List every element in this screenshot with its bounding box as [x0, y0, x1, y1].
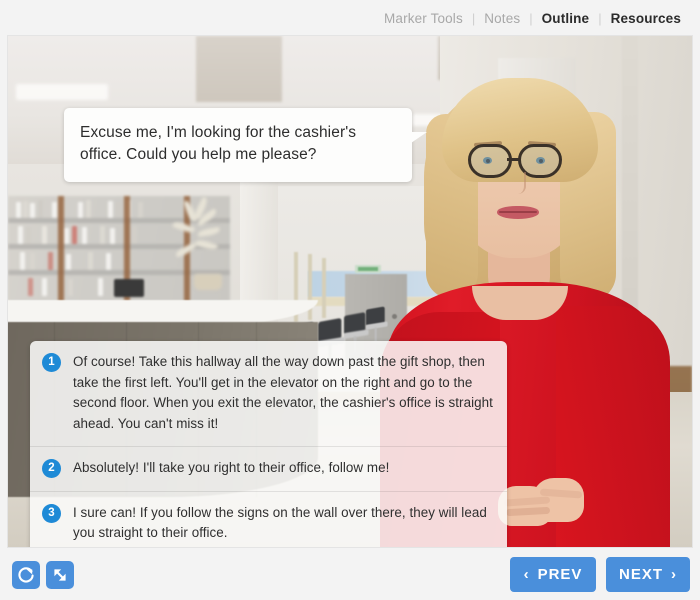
speech-bubble-tail: [411, 132, 427, 143]
potted-plant: [172, 196, 230, 290]
slide-stage: Excuse me, I'm looking for the cashier's…: [8, 36, 692, 547]
fullscreen-expand-icon: [54, 569, 66, 581]
prev-button-label: PREV: [537, 566, 583, 583]
speech-bubble: Excuse me, I'm looking for the cashier's…: [64, 108, 412, 182]
nose: [510, 172, 526, 194]
tab-resources[interactable]: Resources: [602, 11, 690, 26]
bottom-toolbar: ‹ PREV NEXT ›: [0, 549, 700, 600]
top-toolbar: Marker Tools | Notes | Outline | Resourc…: [0, 0, 700, 36]
handrail: [308, 254, 312, 320]
answer-badge-3: 3: [42, 503, 61, 523]
exit-sign: [355, 265, 381, 273]
next-button[interactable]: NEXT ›: [606, 557, 690, 592]
lips: [497, 206, 539, 219]
speech-bubble-text: Excuse me, I'm looking for the cashier's…: [80, 124, 357, 163]
answer-badge-2: 2: [42, 459, 61, 478]
answer-option-2[interactable]: 2 Absolutely! I'll take you right to the…: [30, 446, 507, 491]
tab-marker-tools[interactable]: Marker Tools: [375, 11, 472, 26]
handrail: [322, 258, 326, 318]
answer-text-1: Of course! Take this hallway all the way…: [73, 354, 493, 431]
glasses-icon: [468, 144, 512, 178]
answer-text-3: I sure can! If you follow the signs on t…: [73, 504, 487, 541]
desk-monitor: [114, 279, 144, 297]
answer-text-2: Absolutely! I'll take you right to their…: [73, 460, 390, 475]
replay-button[interactable]: [12, 561, 40, 589]
replay-icon: [18, 567, 34, 583]
scene-photo: Excuse me, I'm looking for the cashier's…: [8, 36, 692, 547]
answer-options-panel: 1 Of course! Take this hallway all the w…: [30, 341, 507, 547]
glasses-bridge: [507, 158, 519, 161]
tab-notes[interactable]: Notes: [475, 11, 529, 26]
answer-option-3[interactable]: 3 I sure can! If you follow the signs on…: [30, 490, 507, 548]
next-button-label: NEXT: [619, 566, 664, 583]
tab-outline[interactable]: Outline: [533, 11, 599, 26]
fullscreen-button[interactable]: [46, 561, 74, 589]
ceiling-beam: [196, 36, 282, 102]
chevron-left-icon: ‹: [523, 566, 530, 583]
answer-option-1[interactable]: 1 Of course! Take this hallway all the w…: [30, 341, 507, 446]
answer-badge-1: 1: [42, 353, 61, 372]
chevron-right-icon: ›: [671, 566, 678, 583]
prev-button[interactable]: ‹ PREV: [510, 557, 596, 592]
ceiling-light-panel: [16, 84, 108, 100]
